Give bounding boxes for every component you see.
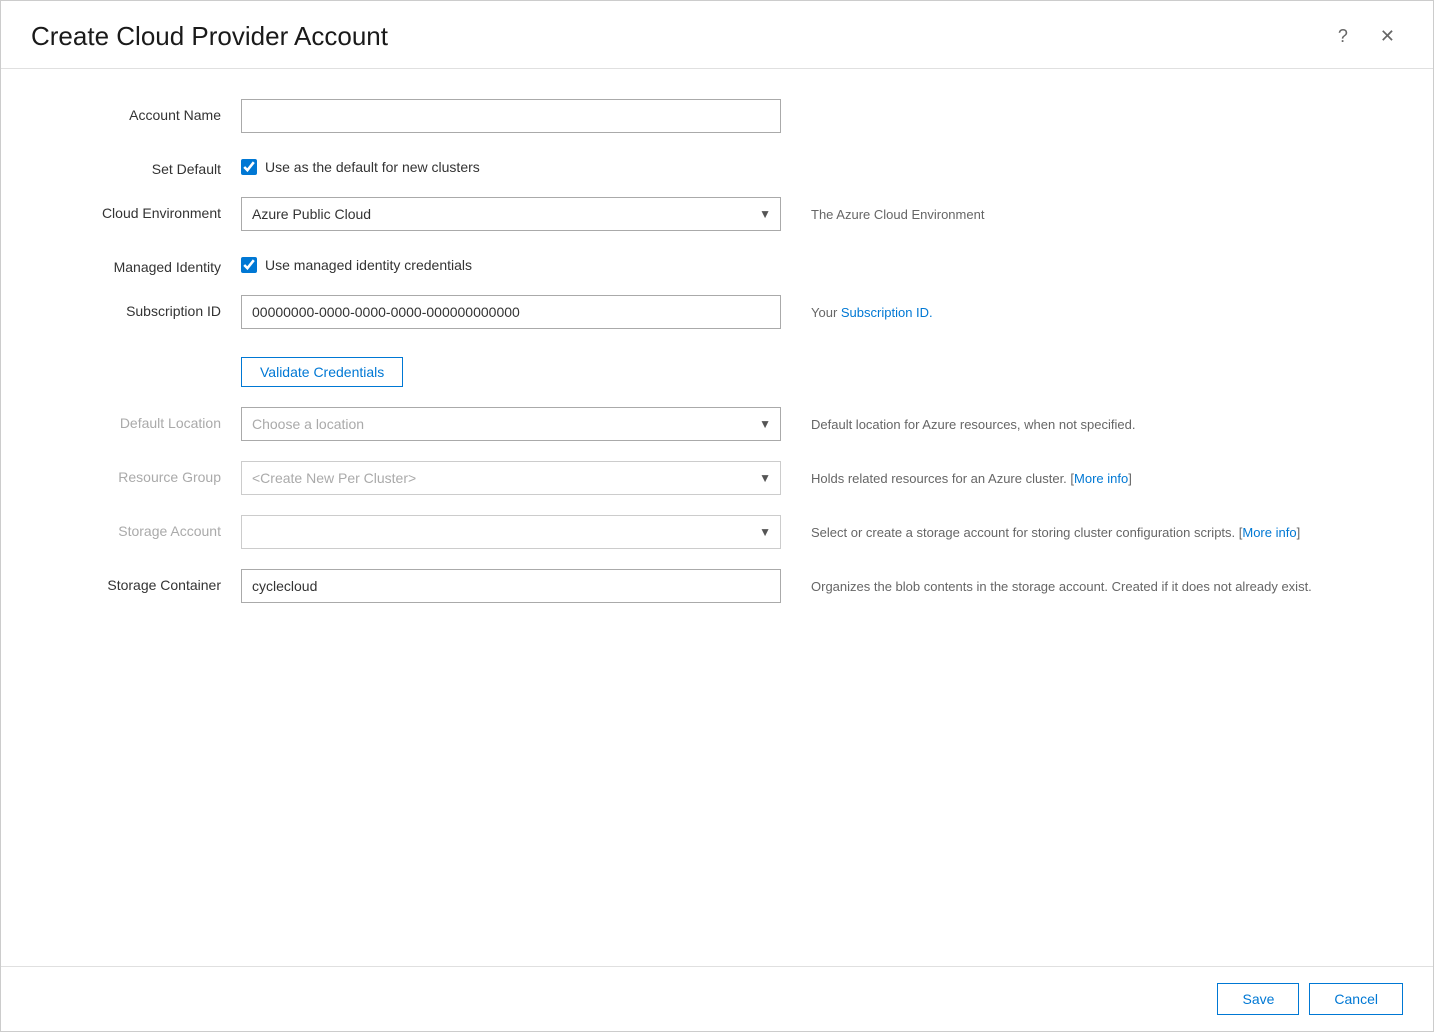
storage-container-input[interactable] [241, 569, 781, 603]
storage-account-select[interactable] [241, 515, 781, 549]
default-location-select[interactable]: Choose a location [241, 407, 781, 441]
subscription-id-wrapper [241, 295, 781, 329]
validate-credentials-description [781, 349, 1393, 357]
managed-identity-row: Managed Identity Use managed identity cr… [41, 251, 1393, 275]
dialog-title: Create Cloud Provider Account [31, 21, 388, 52]
set-default-checkbox-row: Use as the default for new clusters [241, 153, 781, 175]
storage-container-wrapper [241, 569, 781, 603]
subscription-id-desc-pre: Your [811, 305, 841, 320]
cloud-environment-row: Cloud Environment Azure Public Cloud Azu… [41, 197, 1393, 231]
account-name-description [781, 99, 1393, 107]
subscription-id-label: Subscription ID [41, 295, 241, 319]
managed-identity-label: Managed Identity [41, 251, 241, 275]
storage-account-description: Select or create a storage account for s… [781, 515, 1393, 543]
storage-container-label: Storage Container [41, 569, 241, 593]
storage-account-wrapper: ▼ [241, 515, 781, 549]
managed-identity-checkbox-label: Use managed identity credentials [265, 257, 472, 273]
set-default-checkbox[interactable] [241, 159, 257, 175]
default-location-wrapper: Choose a location ▼ [241, 407, 781, 441]
storage-account-row: Storage Account ▼ Select or create a sto… [41, 515, 1393, 549]
account-name-row: Account Name [41, 99, 1393, 133]
cloud-environment-label: Cloud Environment [41, 197, 241, 221]
storage-account-label: Storage Account [41, 515, 241, 539]
subscription-id-input[interactable] [241, 295, 781, 329]
default-location-select-wrapper: Choose a location ▼ [241, 407, 781, 441]
resource-group-description: Holds related resources for an Azure clu… [781, 461, 1393, 489]
managed-identity-wrapper: Use managed identity credentials [241, 251, 781, 273]
dialog-footer: Save Cancel [1, 966, 1433, 1031]
resource-group-select[interactable]: <Create New Per Cluster> [241, 461, 781, 495]
resource-group-wrapper: <Create New Per Cluster> ▼ [241, 461, 781, 495]
default-location-description: Default location for Azure resources, wh… [781, 407, 1393, 435]
header-actions: ? ✕ [1330, 22, 1403, 51]
close-button[interactable]: ✕ [1372, 22, 1403, 51]
dialog-body: Account Name Set Default Use as the defa… [1, 69, 1433, 966]
storage-account-more-info-link[interactable]: More info [1242, 525, 1296, 540]
storage-container-row: Storage Container Organizes the blob con… [41, 569, 1393, 603]
storage-account-desc-post: ] [1297, 525, 1301, 540]
default-location-row: Default Location Choose a location ▼ Def… [41, 407, 1393, 441]
set-default-row: Set Default Use as the default for new c… [41, 153, 1393, 177]
validate-credentials-label-spacer [41, 349, 241, 357]
validate-credentials-button[interactable]: Validate Credentials [241, 357, 403, 387]
resource-group-label: Resource Group [41, 461, 241, 485]
cloud-environment-select-wrapper: Azure Public Cloud Azure Government Clou… [241, 197, 781, 231]
set-default-checkbox-label: Use as the default for new clusters [265, 159, 480, 175]
managed-identity-checkbox[interactable] [241, 257, 257, 273]
create-cloud-provider-dialog: Create Cloud Provider Account ? ✕ Accoun… [0, 0, 1434, 1032]
account-name-wrapper [241, 99, 781, 133]
storage-account-desc-pre: Select or create a storage account for s… [811, 525, 1242, 540]
set-default-wrapper: Use as the default for new clusters [241, 153, 781, 175]
account-name-label: Account Name [41, 99, 241, 123]
subscription-id-link[interactable]: Subscription ID. [841, 305, 933, 320]
dialog-header: Create Cloud Provider Account ? ✕ [1, 1, 1433, 69]
cloud-environment-select[interactable]: Azure Public Cloud Azure Government Clou… [241, 197, 781, 231]
resource-group-select-wrapper: <Create New Per Cluster> ▼ [241, 461, 781, 495]
set-default-description [781, 153, 1393, 161]
help-button[interactable]: ? [1330, 22, 1356, 51]
subscription-id-row: Subscription ID Your Subscription ID. [41, 295, 1393, 329]
account-name-input[interactable] [241, 99, 781, 133]
resource-group-desc-pre: Holds related resources for an Azure clu… [811, 471, 1074, 486]
cloud-environment-description: The Azure Cloud Environment [781, 197, 1393, 225]
validate-credentials-wrapper: Validate Credentials [241, 349, 781, 387]
set-default-label: Set Default [41, 153, 241, 177]
default-location-label: Default Location [41, 407, 241, 431]
managed-identity-description [781, 251, 1393, 259]
managed-identity-checkbox-row: Use managed identity credentials [241, 251, 781, 273]
resource-group-more-info-link[interactable]: More info [1074, 471, 1128, 486]
resource-group-desc-post: ] [1128, 471, 1132, 486]
storage-container-description: Organizes the blob contents in the stora… [781, 569, 1393, 597]
cancel-button[interactable]: Cancel [1309, 983, 1403, 1015]
cloud-environment-wrapper: Azure Public Cloud Azure Government Clou… [241, 197, 781, 231]
subscription-id-description: Your Subscription ID. [781, 295, 1393, 323]
storage-account-select-wrapper: ▼ [241, 515, 781, 549]
save-button[interactable]: Save [1217, 983, 1299, 1015]
validate-credentials-row: Validate Credentials [41, 349, 1393, 387]
resource-group-row: Resource Group <Create New Per Cluster> … [41, 461, 1393, 495]
